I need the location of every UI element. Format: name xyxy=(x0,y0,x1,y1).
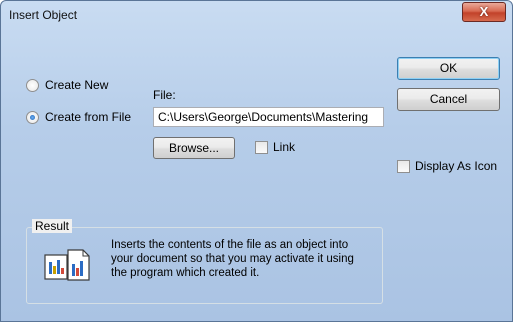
ok-button[interactable]: OK xyxy=(397,57,500,80)
display-as-icon-checkbox-box[interactable] xyxy=(397,159,410,173)
result-label: Result xyxy=(32,219,73,233)
create-new-radio-circle[interactable] xyxy=(26,78,39,92)
file-path-input[interactable]: C:\Users\George\Documents\Mastering xyxy=(153,107,384,127)
browse-button[interactable]: Browse... xyxy=(153,137,235,159)
link-checkbox-box[interactable] xyxy=(255,140,268,154)
link-checkbox[interactable]: Link xyxy=(255,140,295,154)
link-label: Link xyxy=(273,140,296,154)
close-button[interactable]: X xyxy=(462,2,506,22)
display-as-icon-label: Display As Icon xyxy=(415,159,498,173)
window-title: Insert Object xyxy=(9,8,78,22)
title-bar[interactable]: Insert Object X xyxy=(1,1,512,29)
create-from-file-radio[interactable]: Create from File xyxy=(26,110,131,124)
create-new-label: Create New xyxy=(45,78,109,92)
result-description: Inserts the contents of the file as an o… xyxy=(111,239,354,279)
insert-file-icon xyxy=(44,248,92,282)
display-as-icon-checkbox[interactable]: Display As Icon xyxy=(397,159,497,173)
create-from-file-radio-circle[interactable] xyxy=(26,110,39,124)
cancel-button[interactable]: Cancel xyxy=(397,88,500,111)
create-from-file-label: Create from File xyxy=(45,110,132,124)
file-label: File: xyxy=(153,88,176,102)
create-new-radio[interactable]: Create New xyxy=(26,78,108,92)
